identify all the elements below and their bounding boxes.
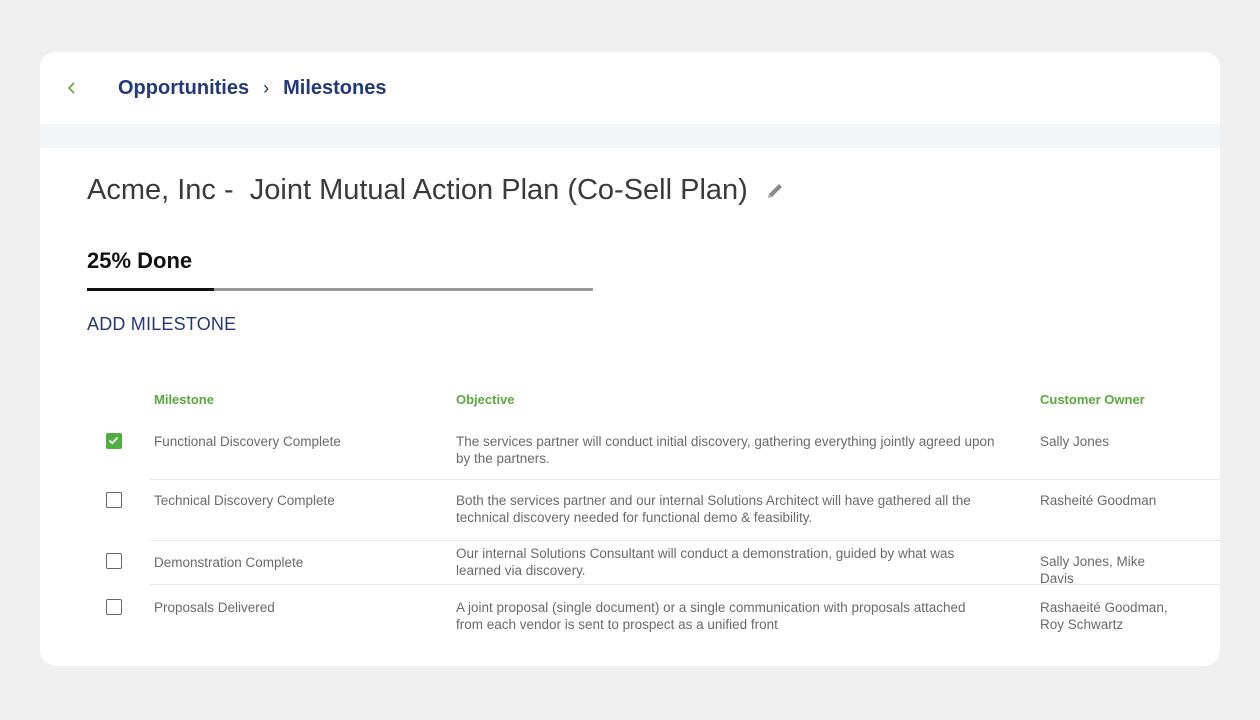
breadcrumb: Opportunities › Milestones xyxy=(40,52,1220,124)
progress-bar xyxy=(87,288,593,291)
column-header-objective[interactable]: Objective xyxy=(456,392,515,407)
progress-label: 25% Done xyxy=(87,248,193,273)
milestone-name: Functional Discovery Complete xyxy=(154,434,341,449)
table-row: Technical Discovery Complete Both the se… xyxy=(62,480,1220,541)
title-row: Acme, Inc - Joint Mutual Action Plan (Co… xyxy=(87,174,786,207)
milestone-objective: A joint proposal (single document) or a … xyxy=(456,600,966,632)
column-header-customer-owner[interactable]: Customer Owner xyxy=(1040,392,1145,407)
breadcrumb-opportunities[interactable]: Opportunities xyxy=(118,77,249,100)
header-band xyxy=(40,124,1220,148)
row-checkbox[interactable] xyxy=(106,433,122,449)
customer-owner: Sally Jones, Mike Davis xyxy=(1040,554,1146,586)
row-checkbox[interactable] xyxy=(106,492,122,508)
main-content: Acme, Inc - Joint Mutual Action Plan (Co… xyxy=(62,148,1220,666)
milestone-objective: Both the services partner and our intern… xyxy=(456,493,971,525)
page-title: Acme, Inc - Joint Mutual Action Plan (Co… xyxy=(87,174,748,206)
table-row: Functional Discovery Complete The servic… xyxy=(62,418,1220,480)
milestone-objective: The services partner will conduct initia… xyxy=(456,434,995,466)
customer-owner: Rashaeité Goodman, Roy Schwartz xyxy=(1040,600,1168,632)
breadcrumb-milestones[interactable]: Milestones xyxy=(283,77,386,100)
add-milestone-button[interactable]: ADD MILESTONE xyxy=(87,314,236,335)
chevron-left-icon[interactable] xyxy=(66,81,86,95)
milestone-name: Demonstration Complete xyxy=(154,555,304,570)
table-row: Demonstration Complete Our internal Solu… xyxy=(62,541,1220,586)
row-checkbox[interactable] xyxy=(106,599,122,615)
customer-owner: Rasheité Goodman xyxy=(1040,493,1157,508)
milestone-name: Proposals Delivered xyxy=(154,600,275,615)
progress-bar-fill xyxy=(87,288,214,291)
milestone-objective: Our internal Solutions Consultant will c… xyxy=(456,546,955,578)
customer-owner: Sally Jones xyxy=(1040,434,1110,449)
milestones-card: Opportunities › Milestones Acme, Inc - J… xyxy=(40,52,1220,666)
table-row: Proposals Delivered A joint proposal (si… xyxy=(62,585,1220,645)
pencil-icon[interactable] xyxy=(764,180,786,202)
breadcrumb-separator: › xyxy=(263,77,270,98)
milestone-name: Technical Discovery Complete xyxy=(154,493,335,508)
row-checkbox[interactable] xyxy=(106,553,122,569)
column-header-milestone[interactable]: Milestone xyxy=(154,392,214,407)
